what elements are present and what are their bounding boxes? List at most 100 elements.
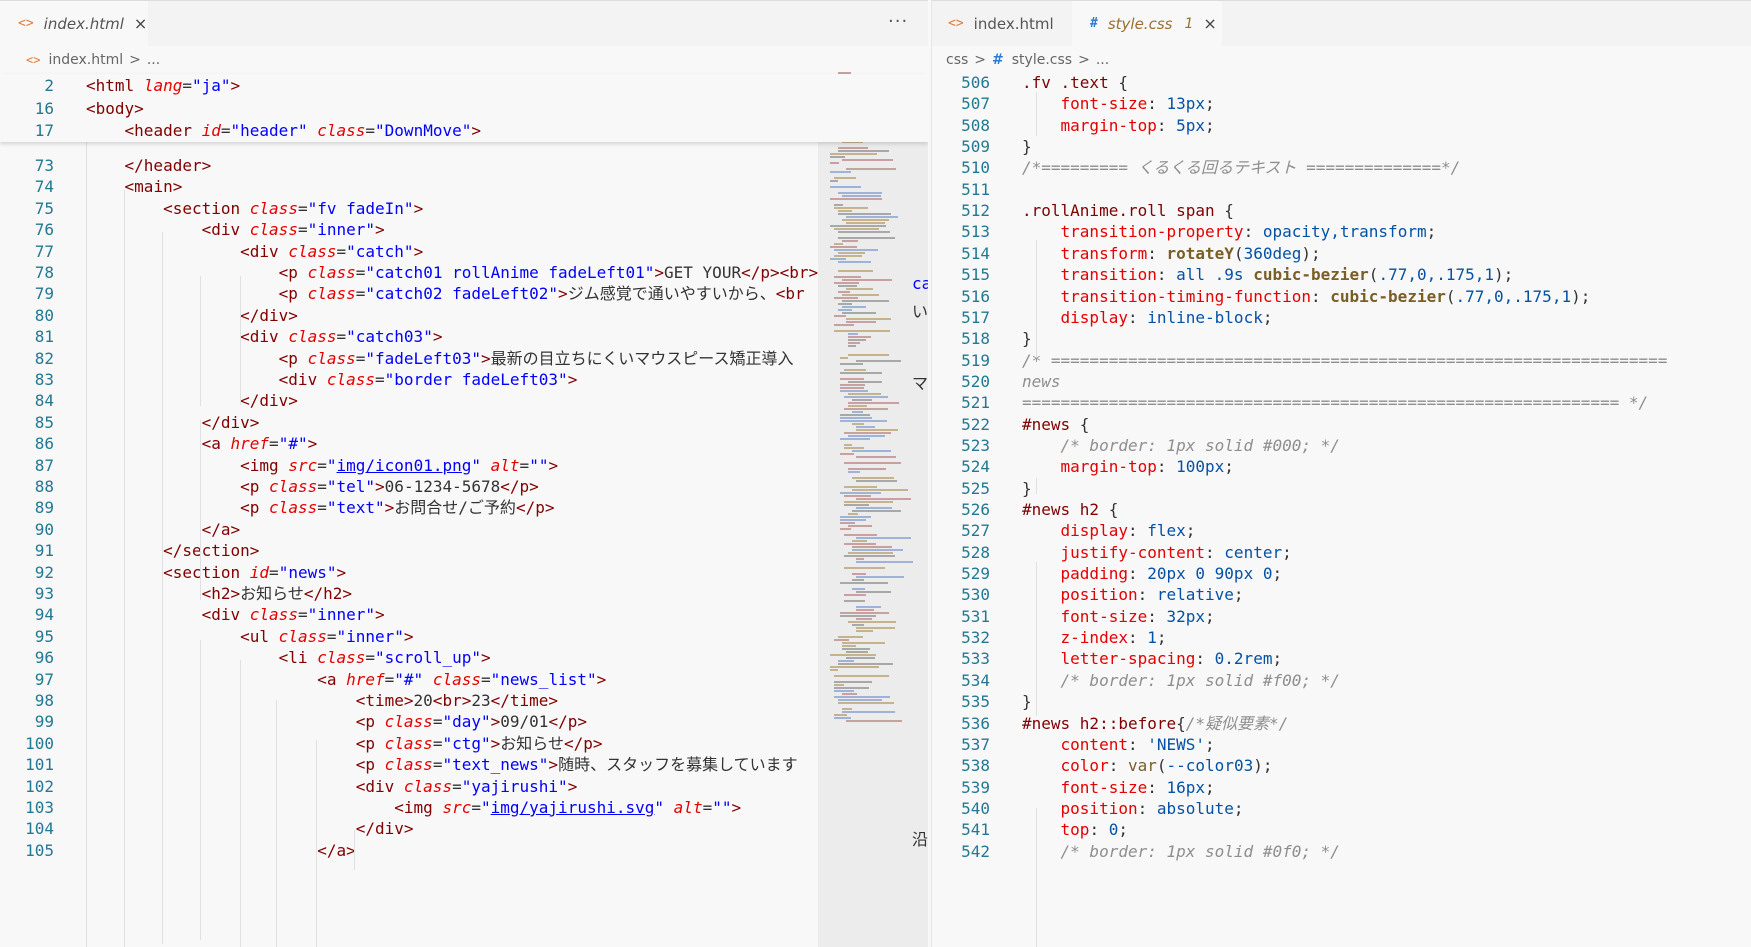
breadcrumb-symbol[interactable]: ... xyxy=(147,52,160,68)
code-text[interactable]: </header> xyxy=(86,154,212,178)
code-line[interactable]: 91 </section> xyxy=(0,539,928,563)
code-text[interactable]: </a> xyxy=(86,518,241,542)
code-line[interactable]: 75 <section class="fv fadeIn"> xyxy=(0,197,928,221)
code-line[interactable]: 97 <a href="#" class="news_list"> xyxy=(0,668,928,692)
code-line[interactable]: 80 </div> xyxy=(0,304,928,328)
code-text[interactable]: <p class="catch01 rollAnime fadeLeft01">… xyxy=(86,261,828,285)
code-text[interactable]: <ul class="inner"> xyxy=(86,625,413,649)
code-line[interactable]: 74 <main> xyxy=(0,175,928,199)
code-text[interactable]: /* border: 1px solid #0f0; */ xyxy=(1022,840,1340,864)
minimap-line xyxy=(840,615,876,617)
code-text[interactable]: <a href="#" class="news_list"> xyxy=(86,668,606,692)
code-line[interactable]: 78 <p class="catch01 rollAnime fadeLeft0… xyxy=(0,261,928,285)
close-icon[interactable]: × xyxy=(134,14,147,33)
close-icon[interactable]: × xyxy=(1203,14,1216,33)
code-line[interactable]: 96 <li class="scroll_up"> xyxy=(0,646,928,670)
code-line[interactable]: 16 <body> xyxy=(0,97,928,121)
code-text[interactable]: <img src="img/icon01.png" alt=""> xyxy=(86,454,558,478)
code-text[interactable]: <div class="catch03"> xyxy=(86,325,442,349)
code-line[interactable]: 86 <a href="#"> xyxy=(0,432,928,456)
code-line[interactable]: 95 <ul class="inner"> xyxy=(0,625,928,649)
code-text[interactable]: <time>20<br>23</time> xyxy=(86,689,558,713)
code-text[interactable]: </div> xyxy=(86,389,298,413)
line-number: 88 xyxy=(34,477,54,496)
code-line[interactable]: 99 <p class="day">09/01</p> xyxy=(0,710,928,734)
minimap[interactable] xyxy=(830,72,925,732)
minimap-line xyxy=(830,246,857,248)
code-text[interactable]: <a href="#"> xyxy=(86,432,318,456)
code-text[interactable]: <li class="scroll_up"> xyxy=(86,646,491,670)
code-text[interactable]: <p class="text_news">随時、スタッフを募集しています xyxy=(86,753,798,777)
code-line[interactable]: 98 <time>20<br>23</time> xyxy=(0,689,928,713)
code-text[interactable]: <img src="img/yajirushi.svg" alt=""> xyxy=(86,796,741,820)
breadcrumb-symbol[interactable]: ... xyxy=(1096,52,1109,68)
code-line[interactable]: 17 <header id="header" class="DownMove"> xyxy=(0,119,928,143)
minimap-line xyxy=(848,552,893,554)
code-line[interactable]: 83 <div class="border fadeLeft03"> xyxy=(0,368,928,392)
breadcrumb-file[interactable]: style.css xyxy=(1012,52,1072,68)
more-actions-icon[interactable]: ··· xyxy=(888,11,908,32)
code-text[interactable]: <div class="catch"> xyxy=(86,240,423,264)
code-text[interactable]: <p class="ctg">お知らせ</p> xyxy=(86,732,603,756)
code-line[interactable]: 100 <p class="ctg">お知らせ</p> xyxy=(0,732,928,756)
code-text[interactable]: </section> xyxy=(86,539,259,563)
code-text[interactable]: </div> xyxy=(86,817,414,841)
code-text[interactable]: </div> xyxy=(86,304,298,328)
code-line[interactable]: 84 </div> xyxy=(0,389,928,413)
html-file-icon: <> xyxy=(18,16,34,31)
code-text[interactable]: <div class="inner"> xyxy=(86,218,385,242)
code-line[interactable]: 2 <html lang="ja"> xyxy=(0,74,928,98)
tab-index-html[interactable]: <> index.html xyxy=(932,1,1072,46)
code-text[interactable]: <p class="tel">06-1234-5678</p> xyxy=(86,475,539,499)
overflow-fragment: 沿 xyxy=(912,830,928,849)
code-text[interactable]: <div class="inner"> xyxy=(86,603,385,627)
breadcrumb-folder[interactable]: css xyxy=(946,52,968,68)
minimap-line xyxy=(834,717,851,719)
code-line[interactable]: 85 </div> xyxy=(0,411,928,435)
code-line[interactable]: 105 </a> xyxy=(0,839,928,863)
code-line[interactable]: 87 <img src="img/icon01.png" alt=""> xyxy=(0,454,928,478)
code-line[interactable]: 90 </a> xyxy=(0,518,928,542)
code-line[interactable]: 542 /* border: 1px solid #0f0; */ xyxy=(932,840,1751,864)
minimap-line xyxy=(840,417,872,419)
line-number: 105 xyxy=(25,840,54,860)
code-line[interactable]: 101 <p class="text_news">随時、スタッフを募集しています xyxy=(0,753,928,777)
code-line[interactable]: 88 <p class="tel">06-1234-5678</p> xyxy=(0,475,928,499)
minimap-line xyxy=(848,339,866,341)
code-line[interactable]: 92 <section id="news"> xyxy=(0,561,928,585)
code-line[interactable]: 89 <p class="text">お問合せ/ご予約</p> xyxy=(0,496,928,520)
code-text[interactable]: <section class="fv fadeIn"> xyxy=(86,197,423,221)
code-text[interactable]: </div> xyxy=(86,411,260,435)
code-text[interactable]: <html lang="ja"> xyxy=(86,74,240,98)
code-text[interactable]: <div class="border fadeLeft03"> xyxy=(86,368,578,392)
code-line[interactable]: 77 <div class="catch"> xyxy=(0,240,928,264)
tab-style-css[interactable]: # style.css 1 × xyxy=(1072,1,1222,46)
code-text[interactable]: <p class="fadeLeft03">最新の目立ちにくいマウスピース矯正導… xyxy=(86,347,794,371)
code-text[interactable]: <p class="catch02 fadeLeft02">ジム感覚で通いやすい… xyxy=(86,282,805,306)
line-number: 96 xyxy=(34,648,54,668)
code-line[interactable]: 76 <div class="inner"> xyxy=(0,218,928,242)
code-line[interactable]: 104 </div> xyxy=(0,817,928,841)
code-line[interactable]: 93 <h2>お知らせ</h2> xyxy=(0,582,928,606)
code-text[interactable]: <section id="news"> xyxy=(86,561,346,585)
code-text[interactable]: <p class="text">お問合せ/ご予約</p> xyxy=(86,496,554,520)
code-text[interactable]: <body> xyxy=(86,97,144,121)
code-line[interactable]: 79 <p class="catch02 fadeLeft02">ジム感覚で通い… xyxy=(0,282,928,306)
code-line[interactable]: 102 <div class="yajirushi"> xyxy=(0,775,928,799)
tab-index-html[interactable]: <> index.html × xyxy=(0,1,148,46)
code-text[interactable]: <h2>お知らせ</h2> xyxy=(86,582,352,606)
code-line[interactable]: 81 <div class="catch03"> xyxy=(0,325,928,349)
code-text[interactable]: <div class="yajirushi"> xyxy=(86,775,578,799)
code-line[interactable]: 94 <div class="inner"> xyxy=(0,603,928,627)
minimap-line xyxy=(840,438,870,440)
line-number: 97 xyxy=(34,669,54,689)
code-text[interactable]: <main> xyxy=(86,175,183,199)
code-line[interactable]: 103 <img src="img/yajirushi.svg" alt=""> xyxy=(0,796,928,820)
breadcrumb-file[interactable]: index.html xyxy=(48,52,123,68)
code-line[interactable]: 73 </header> xyxy=(0,154,928,178)
code-text[interactable]: <header id="header" class="DownMove"> xyxy=(86,119,481,143)
line-number: 87 xyxy=(34,455,54,475)
line-number: 84 xyxy=(34,391,54,411)
minimap-line xyxy=(840,612,889,614)
code-line[interactable]: 82 <p class="fadeLeft03">最新の目立ちにくいマウスピース… xyxy=(0,347,928,371)
